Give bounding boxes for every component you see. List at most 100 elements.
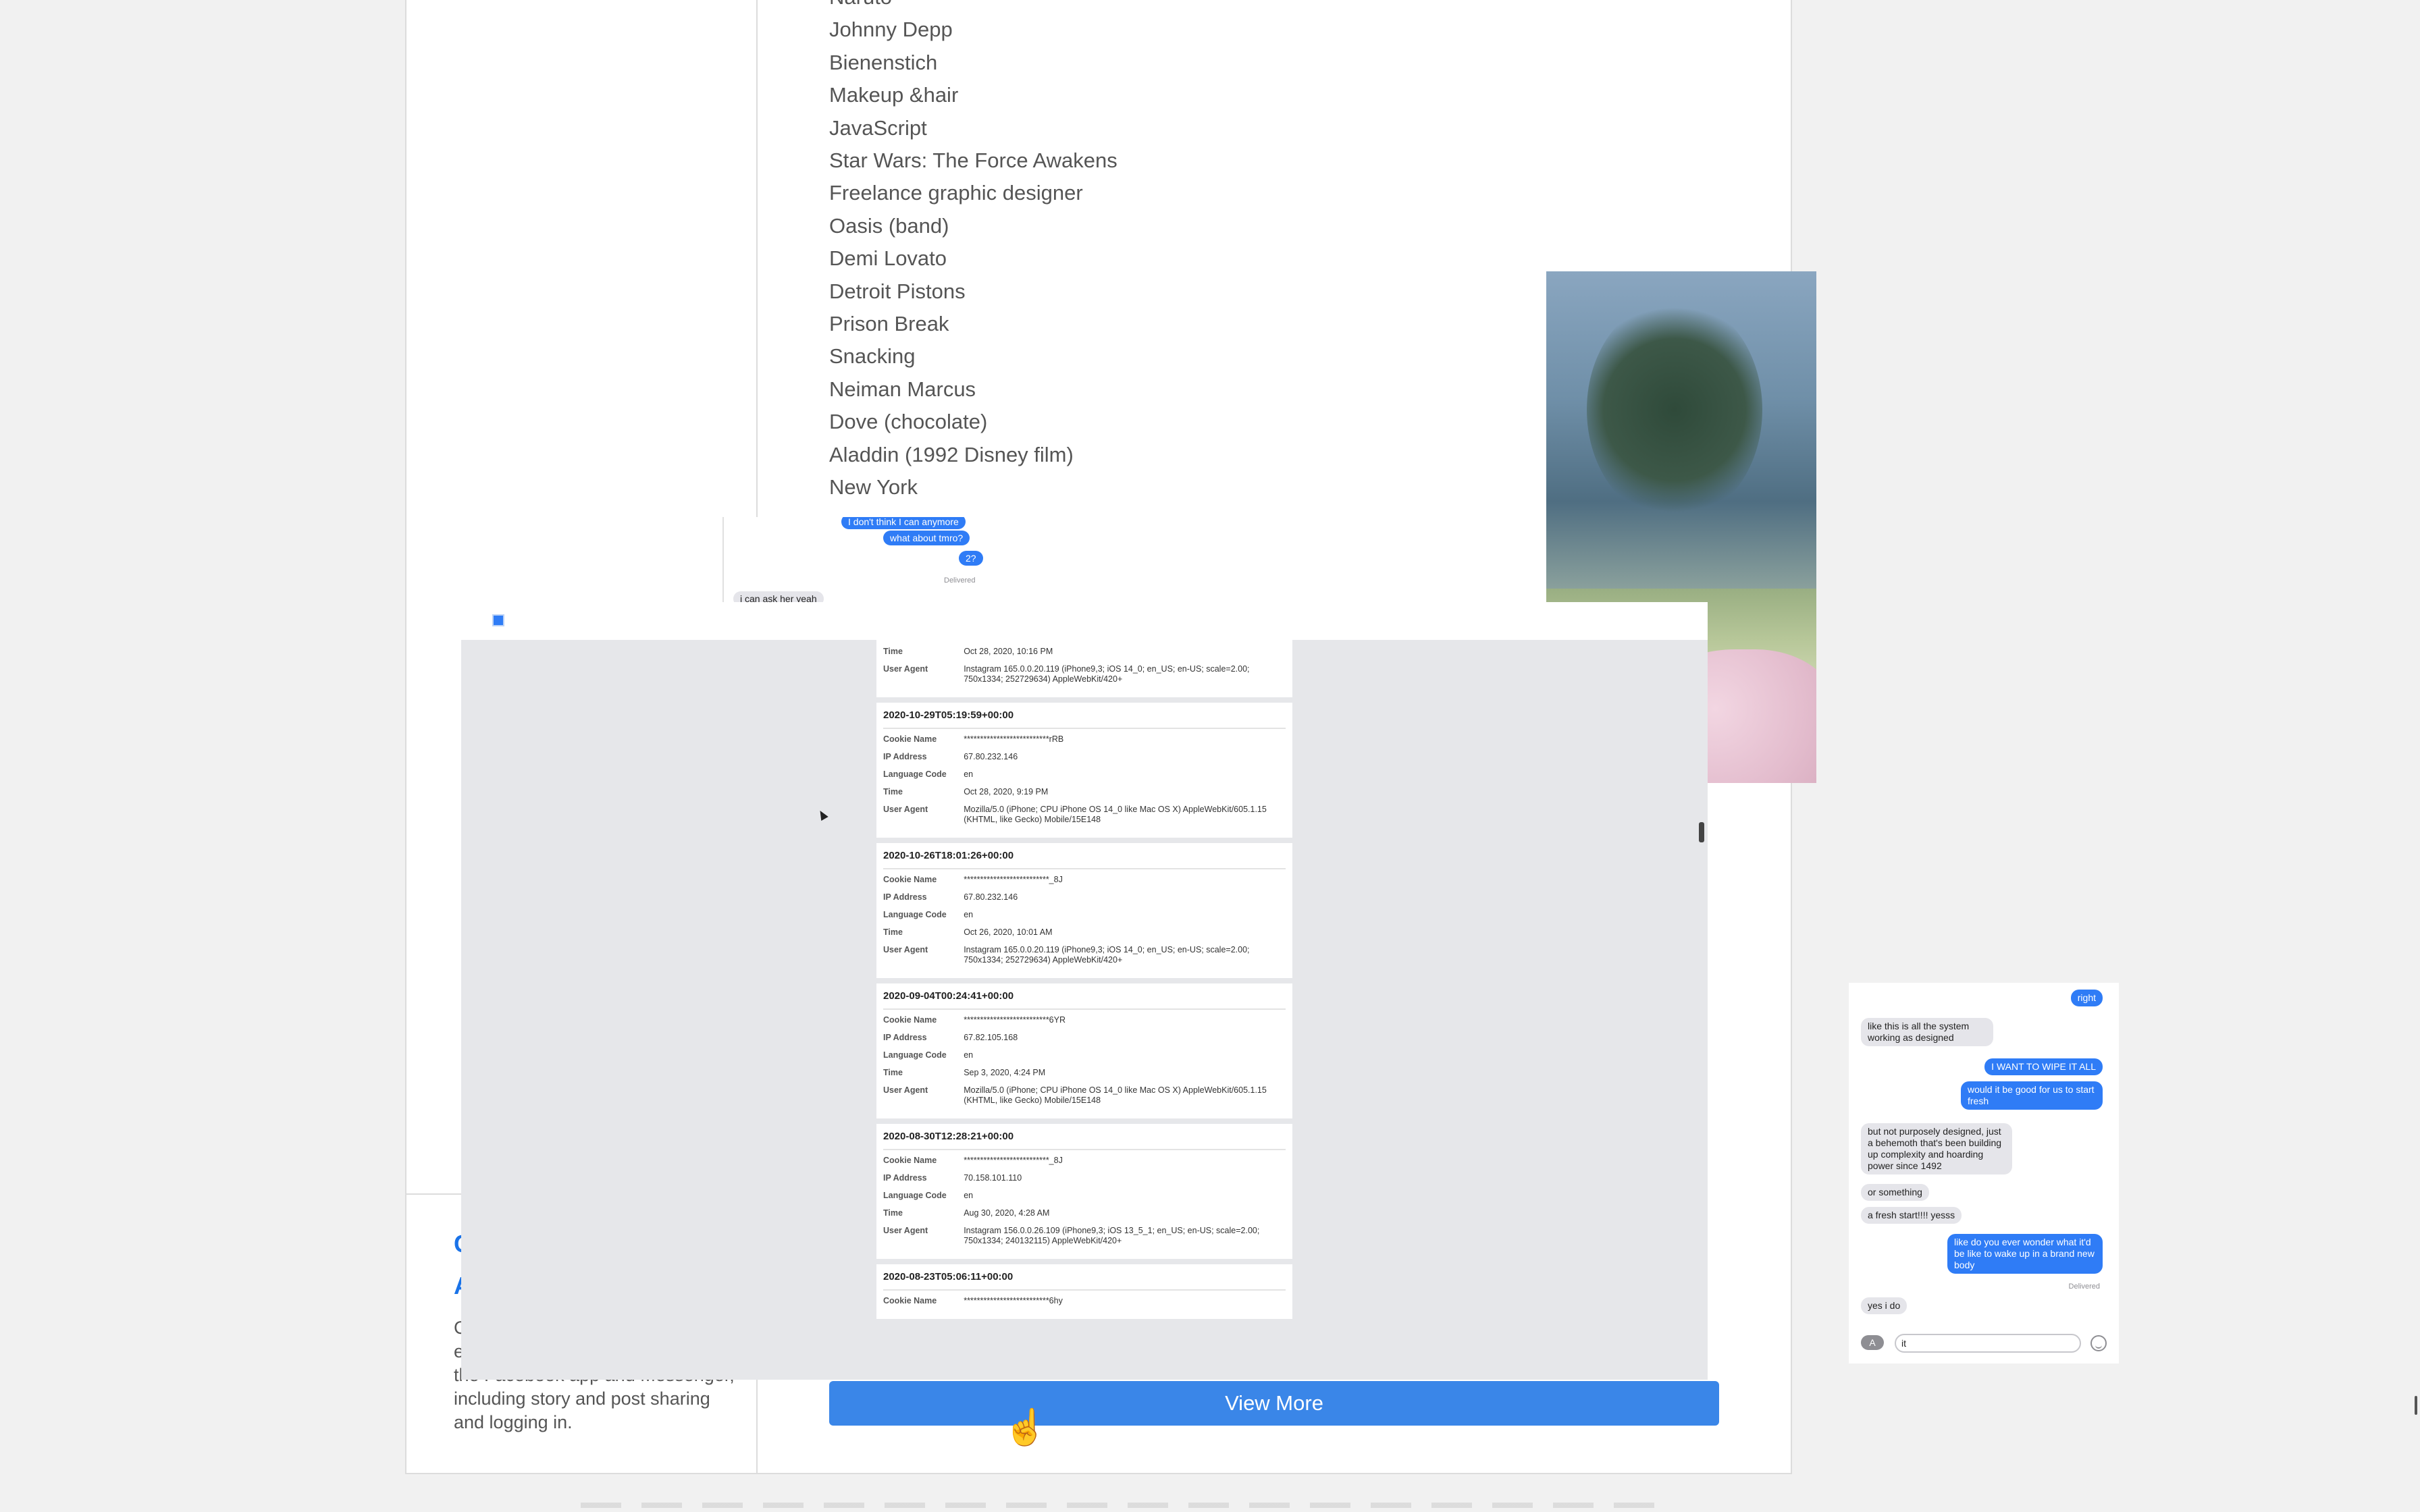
message-bubble: I don't think I can anymore xyxy=(841,517,966,529)
log-entry: 2020-08-30T12:28:21+00:00 Cookie Name ***… xyxy=(876,1124,1292,1259)
field-value: 70.158.101.110 xyxy=(964,1173,1022,1183)
image-icon xyxy=(492,614,504,626)
field-value: Sep 3, 2020, 4:24 PM xyxy=(964,1068,1046,1077)
message-input[interactable]: it xyxy=(1895,1334,2081,1353)
field-value: **************************_8J xyxy=(964,875,1063,884)
entry-timestamp: 2020-10-29T05:19:59+00:00 xyxy=(883,709,1286,729)
delivered-label: Delivered xyxy=(2068,1282,2100,1291)
field-label: Language Code xyxy=(883,770,947,779)
message-bubble: but not purposely designed, just a behem… xyxy=(1861,1123,2012,1174)
field-label: User Agent xyxy=(883,945,928,954)
message-bubble: like this is all the system working as d… xyxy=(1861,1018,1993,1046)
field-value: en xyxy=(964,770,974,779)
interest-item: Naruto xyxy=(829,0,1117,14)
footer-links xyxy=(581,1503,1661,1508)
message-bubble: yes i do xyxy=(1861,1297,1908,1314)
field-label: Cookie Name xyxy=(883,1015,937,1025)
entry-timestamp: 2020-10-26T18:01:26+00:00 xyxy=(883,850,1286,869)
field-label: Time xyxy=(883,1068,903,1077)
field-label: Cookie Name xyxy=(883,734,937,744)
interest-item: Detroit Pistons xyxy=(829,279,966,303)
field-label: Language Code xyxy=(883,910,947,919)
interest-item: Bienenstich xyxy=(829,50,938,74)
interest-item: Johnny Depp xyxy=(829,18,953,42)
field-value: Aug 30, 2020, 4:28 AM xyxy=(964,1208,1050,1218)
log-entry: Time Oct 28, 2020, 10:16 PM User Agent Ins… xyxy=(876,640,1292,697)
field-value: en xyxy=(964,1050,974,1060)
hand-cursor-icon: ☝ xyxy=(1003,1408,1047,1447)
screenshot-header xyxy=(461,602,1708,640)
field-label: IP Address xyxy=(883,752,927,761)
message-bubble: would it be good for us to start fresh xyxy=(1961,1081,2103,1110)
field-value: en xyxy=(964,1191,974,1200)
interest-item: Snacking xyxy=(829,344,916,369)
field-label: Time xyxy=(883,927,903,937)
app-store-icon[interactable]: A xyxy=(1861,1335,1884,1350)
field-label: Language Code xyxy=(883,1050,947,1060)
interest-item: JavaScript xyxy=(829,115,927,140)
field-value: Oct 28, 2020, 9:19 PM xyxy=(964,787,1049,796)
view-more-button[interactable]: View More xyxy=(829,1381,1719,1426)
field-value: Oct 28, 2020, 10:16 PM xyxy=(964,647,1053,656)
field-value: 67.82.105.168 xyxy=(964,1033,1018,1042)
interest-item: Demi Lovato xyxy=(829,246,947,271)
message-bubble: what about tmro? xyxy=(883,531,970,545)
interests-list: Naruto Johnny Depp Bienenstich Makeup &h… xyxy=(829,0,1117,504)
message-bubble: 2? xyxy=(959,551,983,566)
field-label: Cookie Name xyxy=(883,1296,937,1305)
interest-item: Dove (chocolate) xyxy=(829,410,988,434)
field-value: Mozilla/5.0 (iPhone; CPU iPhone OS 14_0 … xyxy=(964,805,1267,824)
field-label: User Agent xyxy=(883,805,928,814)
field-value: 67.80.232.146 xyxy=(964,892,1018,902)
interest-item: Oasis (band) xyxy=(829,213,949,238)
field-label: IP Address xyxy=(883,1033,927,1042)
field-label: User Agent xyxy=(883,1085,928,1095)
field-label: Time xyxy=(883,647,903,656)
entry-timestamp: 2020-08-30T12:28:21+00:00 xyxy=(883,1131,1286,1150)
field-value: Oct 26, 2020, 10:01 AM xyxy=(964,927,1053,937)
field-value: **************************_8J xyxy=(964,1156,1063,1165)
emoji-icon[interactable] xyxy=(2090,1335,2107,1351)
imessage-snippet: I don't think I can anymore what about t… xyxy=(722,517,989,609)
field-value: 67.80.232.146 xyxy=(964,752,1018,761)
interest-item: Freelance graphic designer xyxy=(829,181,1083,205)
activity-log: Time Oct 28, 2020, 10:16 PM User Agent Ins… xyxy=(876,640,1292,1380)
field-label: IP Address xyxy=(883,892,927,902)
message-bubble: a fresh start!!!! yesss xyxy=(1861,1207,1962,1224)
imessage-conversation: right like this is all the system workin… xyxy=(1849,983,2119,1364)
field-value: **************************6YR xyxy=(964,1015,1066,1025)
interest-item: Makeup &hair xyxy=(829,83,959,107)
scroll-edge-indicator xyxy=(2415,1396,2417,1415)
entry-timestamp: 2020-08-23T05:06:11+00:00 xyxy=(883,1271,1286,1291)
field-value: en xyxy=(964,910,974,919)
scrollbar-thumb[interactable] xyxy=(1699,822,1704,842)
field-value: Instagram 165.0.0.20.119 (iPhone9,3; iOS… xyxy=(964,945,1250,965)
message-bubble: like do you ever wonder what it'd be lik… xyxy=(1947,1234,2103,1274)
message-bubble: right xyxy=(2070,990,2103,1006)
field-label: Cookie Name xyxy=(883,1156,937,1165)
delivered-label: Delivered xyxy=(944,576,976,585)
message-bubble: I WANT TO WIPE IT ALL xyxy=(1984,1058,2103,1075)
field-value: Instagram 156.0.0.26.109 (iPhone9,3; iOS… xyxy=(964,1226,1260,1245)
field-label: Cookie Name xyxy=(883,875,937,884)
field-label: IP Address xyxy=(883,1173,927,1183)
entry-timestamp: 2020-09-04T00:24:41+00:00 xyxy=(883,990,1286,1010)
field-label: User Agent xyxy=(883,1226,928,1235)
field-label: Time xyxy=(883,1208,903,1218)
log-entry: 2020-10-29T05:19:59+00:00 Cookie Name ***… xyxy=(876,703,1292,838)
log-entry: 2020-10-26T18:01:26+00:00 Cookie Name ***… xyxy=(876,843,1292,978)
field-value: Instagram 165.0.0.20.119 (iPhone9,3; iOS… xyxy=(964,664,1250,684)
field-value: **************************6hy xyxy=(964,1296,1063,1305)
field-value: **************************rRB xyxy=(964,734,1064,744)
log-entry: 2020-08-23T05:06:11+00:00 Cookie Name ***… xyxy=(876,1264,1292,1319)
interest-item: New York xyxy=(829,475,918,500)
field-label: Language Code xyxy=(883,1191,947,1200)
interest-item: Star Wars: The Force Awakens xyxy=(829,148,1117,173)
field-value: Mozilla/5.0 (iPhone; CPU iPhone OS 14_0 … xyxy=(964,1085,1267,1105)
interest-item: Aladdin (1992 Disney film) xyxy=(829,442,1074,466)
interest-item: Prison Break xyxy=(829,312,949,336)
message-bubble: or something xyxy=(1861,1184,1929,1201)
field-label: User Agent xyxy=(883,664,928,674)
interest-item: Neiman Marcus xyxy=(829,377,976,401)
field-label: Time xyxy=(883,787,903,796)
